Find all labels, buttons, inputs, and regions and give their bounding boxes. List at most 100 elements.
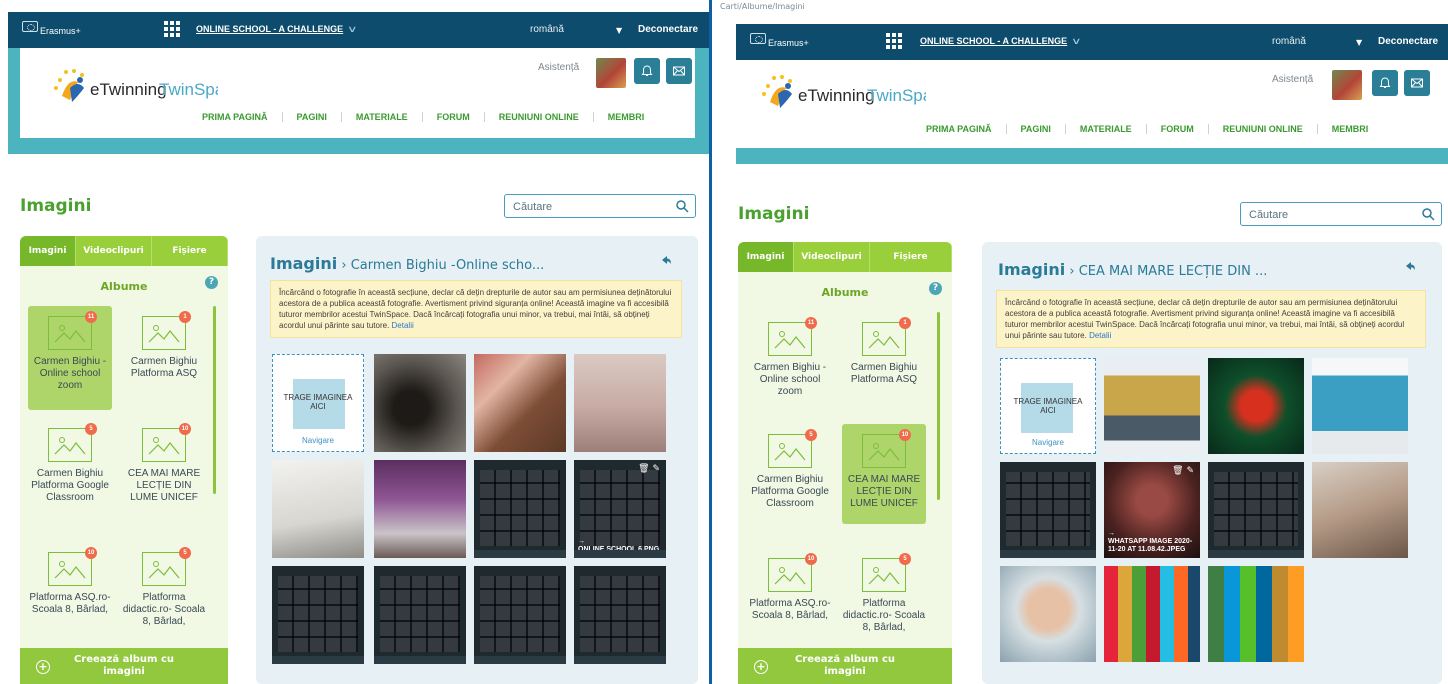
help-icon[interactable]: ? — [929, 282, 942, 295]
mail-icon[interactable] — [1404, 70, 1430, 96]
album-item-selected[interactable]: 10 CEA MAI MARE LECȚIE DIN LUME UNICEF — [842, 424, 926, 524]
image-thumbnail[interactable] — [474, 354, 566, 452]
image-thumbnail[interactable] — [1104, 358, 1200, 454]
image-thumbnail-hovered[interactable]: 🗑 ✎ → WHATSAPP IMAGE 2020-11-20 AT 11.08… — [1104, 462, 1200, 558]
tab-files[interactable]: Fișiere — [152, 236, 228, 266]
help-link[interactable]: Asistență — [1272, 74, 1313, 85]
image-thumbnail[interactable] — [272, 566, 364, 664]
nav-item-pages[interactable]: PAGINI — [283, 112, 342, 122]
sidebar-scrollbar[interactable] — [937, 312, 940, 500]
search-input[interactable] — [513, 197, 673, 217]
avatar[interactable] — [1332, 70, 1362, 100]
project-selector[interactable]: ONLINE SCHOOL - A CHALLENGE ∨ — [196, 24, 358, 35]
nav-item-online-meetings[interactable]: REUNIUNI ONLINE — [485, 112, 594, 122]
image-thumbnail[interactable] — [374, 460, 466, 558]
image-thumbnail[interactable] — [374, 566, 466, 664]
apps-grid-icon[interactable] — [164, 21, 180, 37]
image-thumbnail[interactable] — [574, 566, 666, 664]
language-dropdown-icon[interactable]: ▼ — [616, 26, 622, 35]
nav-item-materials[interactable]: MATERIALE — [1066, 124, 1147, 134]
album-item[interactable]: 5 Platforma didactic.ro- Scoala 8, Bârla… — [122, 542, 206, 646]
image-thumbnail[interactable] — [1312, 462, 1408, 558]
nav-item-members[interactable]: MEMBRI — [1318, 124, 1383, 134]
edit-icon[interactable]: ✎ — [652, 464, 660, 474]
bell-icon[interactable] — [1372, 70, 1398, 96]
back-arrow-icon[interactable] — [1404, 260, 1416, 272]
mail-icon[interactable] — [666, 58, 692, 84]
nav-item-members[interactable]: MEMBRI — [594, 112, 659, 122]
image-thumbnail-hovered[interactable]: 🗑 ✎ → ONLINE SCHOOL 6.PNG — [574, 460, 666, 558]
language-selector[interactable]: română — [530, 24, 564, 35]
image-thumbnail[interactable] — [1208, 358, 1304, 454]
details-link[interactable]: Detalii — [1089, 331, 1111, 340]
image-thumbnail[interactable] — [474, 566, 566, 664]
image-filename[interactable]: → ONLINE SCHOOL 6.PNG — [578, 538, 659, 554]
logout-link[interactable]: Deconectare — [1378, 36, 1438, 47]
album-item[interactable]: 10 Platforma ASQ.ro- Scoala 8, Bârlad, — [28, 542, 112, 646]
search-input[interactable] — [1249, 205, 1409, 225]
browse-link[interactable]: Navigare — [1001, 438, 1095, 447]
album-item[interactable]: 5 Carmen Bighiu Platforma Google Classro… — [28, 418, 112, 532]
nav-item-home[interactable]: PRIMA PAGINĂ — [188, 112, 283, 122]
search-icon[interactable] — [675, 199, 689, 213]
image-thumbnail[interactable] — [574, 354, 666, 452]
image-thumbnail[interactable] — [272, 460, 364, 558]
album-item[interactable]: 1 Carmen Bighiu Platforma ASQ — [122, 306, 206, 410]
album-item[interactable]: 11 Carmen Bighiu -Online school zoom — [28, 306, 112, 410]
image-filename[interactable]: → WHATSAPP IMAGE 2020-11-20 AT 11.08.42.… — [1108, 530, 1196, 554]
image-thumbnail[interactable] — [1208, 566, 1304, 662]
search-icon[interactable] — [1421, 207, 1435, 221]
album-item[interactable]: 5 Platforma didactic.ro- Scoala 8, Bârla… — [842, 548, 926, 652]
drop-zone[interactable]: TRAGE IMAGINEA AICI Navigare — [1000, 358, 1096, 454]
tab-videos[interactable]: Videoclipuri — [76, 236, 152, 266]
image-thumbnail[interactable] — [474, 460, 566, 558]
avatar[interactable] — [596, 58, 626, 88]
album-item[interactable]: 10 CEA MAI MARE LECȚIE DIN LUME UNICEF — [122, 418, 206, 532]
image-thumbnail[interactable] — [1000, 462, 1096, 558]
image-thumbnail[interactable] — [374, 354, 466, 452]
image-thumbnail[interactable] — [1208, 462, 1304, 558]
etwinning-logo[interactable]: eTwinning TwinSpace — [48, 66, 218, 106]
trash-icon[interactable]: 🗑 — [1172, 466, 1183, 476]
image-placeholder-icon: 1 — [862, 317, 911, 356]
tab-files[interactable]: Fișiere — [870, 242, 952, 272]
gallery-title[interactable]: Imagini — [998, 260, 1065, 279]
gallery-title[interactable]: Imagini — [270, 254, 337, 273]
nav-item-materials[interactable]: MATERIALE — [342, 112, 423, 122]
svg-text:eTwinning: eTwinning — [90, 80, 167, 99]
apps-grid-icon[interactable] — [886, 33, 902, 49]
create-album-button[interactable]: + Creează album cu imagini — [738, 648, 952, 684]
drop-zone[interactable]: TRAGE IMAGINEA AICI Navigare — [272, 354, 364, 452]
language-selector[interactable]: română — [1272, 36, 1306, 47]
nav-item-forum[interactable]: FORUM — [423, 112, 485, 122]
trash-icon[interactable]: 🗑 — [638, 464, 649, 474]
etwinning-logo[interactable]: eTwinning TwinSpace — [756, 72, 926, 112]
browse-link[interactable]: Navigare — [273, 436, 363, 445]
back-arrow-icon[interactable] — [660, 254, 672, 266]
project-selector[interactable]: ONLINE SCHOOL - A CHALLENGE ∨ — [920, 36, 1082, 47]
help-link[interactable]: Asistență — [538, 62, 579, 73]
album-item[interactable]: 1 Carmen Bighiu Platforma ASQ — [842, 312, 926, 416]
album-count-badge: 10 — [179, 423, 191, 435]
language-dropdown-icon[interactable]: ▼ — [1356, 38, 1362, 47]
album-item[interactable]: 11 Carmen Bighiu -Online school zoom — [748, 312, 832, 416]
image-thumbnail[interactable] — [1312, 358, 1408, 454]
edit-icon[interactable]: ✎ — [1186, 466, 1194, 476]
details-link[interactable]: Detalii — [392, 321, 414, 330]
sidebar-scrollbar[interactable] — [213, 306, 216, 494]
album-item[interactable]: 10 Platforma ASQ.ro- Scoala 8, Bârlad, — [748, 548, 832, 652]
image-thumbnail[interactable] — [1000, 566, 1096, 662]
bell-icon[interactable] — [634, 58, 660, 84]
tab-images[interactable]: Imagini — [738, 242, 794, 272]
nav-item-forum[interactable]: FORUM — [1147, 124, 1209, 134]
image-thumbnail[interactable] — [1104, 566, 1200, 662]
nav-item-online-meetings[interactable]: REUNIUNI ONLINE — [1209, 124, 1318, 134]
tab-videos[interactable]: Videoclipuri — [794, 242, 870, 272]
create-album-button[interactable]: + Creează album cu imagini — [20, 648, 228, 684]
tab-images[interactable]: Imagini — [20, 236, 76, 266]
help-icon[interactable]: ? — [205, 276, 218, 289]
nav-item-home[interactable]: PRIMA PAGINĂ — [912, 124, 1007, 134]
nav-item-pages[interactable]: PAGINI — [1007, 124, 1066, 134]
logout-link[interactable]: Deconectare — [638, 24, 698, 35]
album-item[interactable]: 5 Carmen Bighiu Platforma Google Classro… — [748, 424, 832, 542]
